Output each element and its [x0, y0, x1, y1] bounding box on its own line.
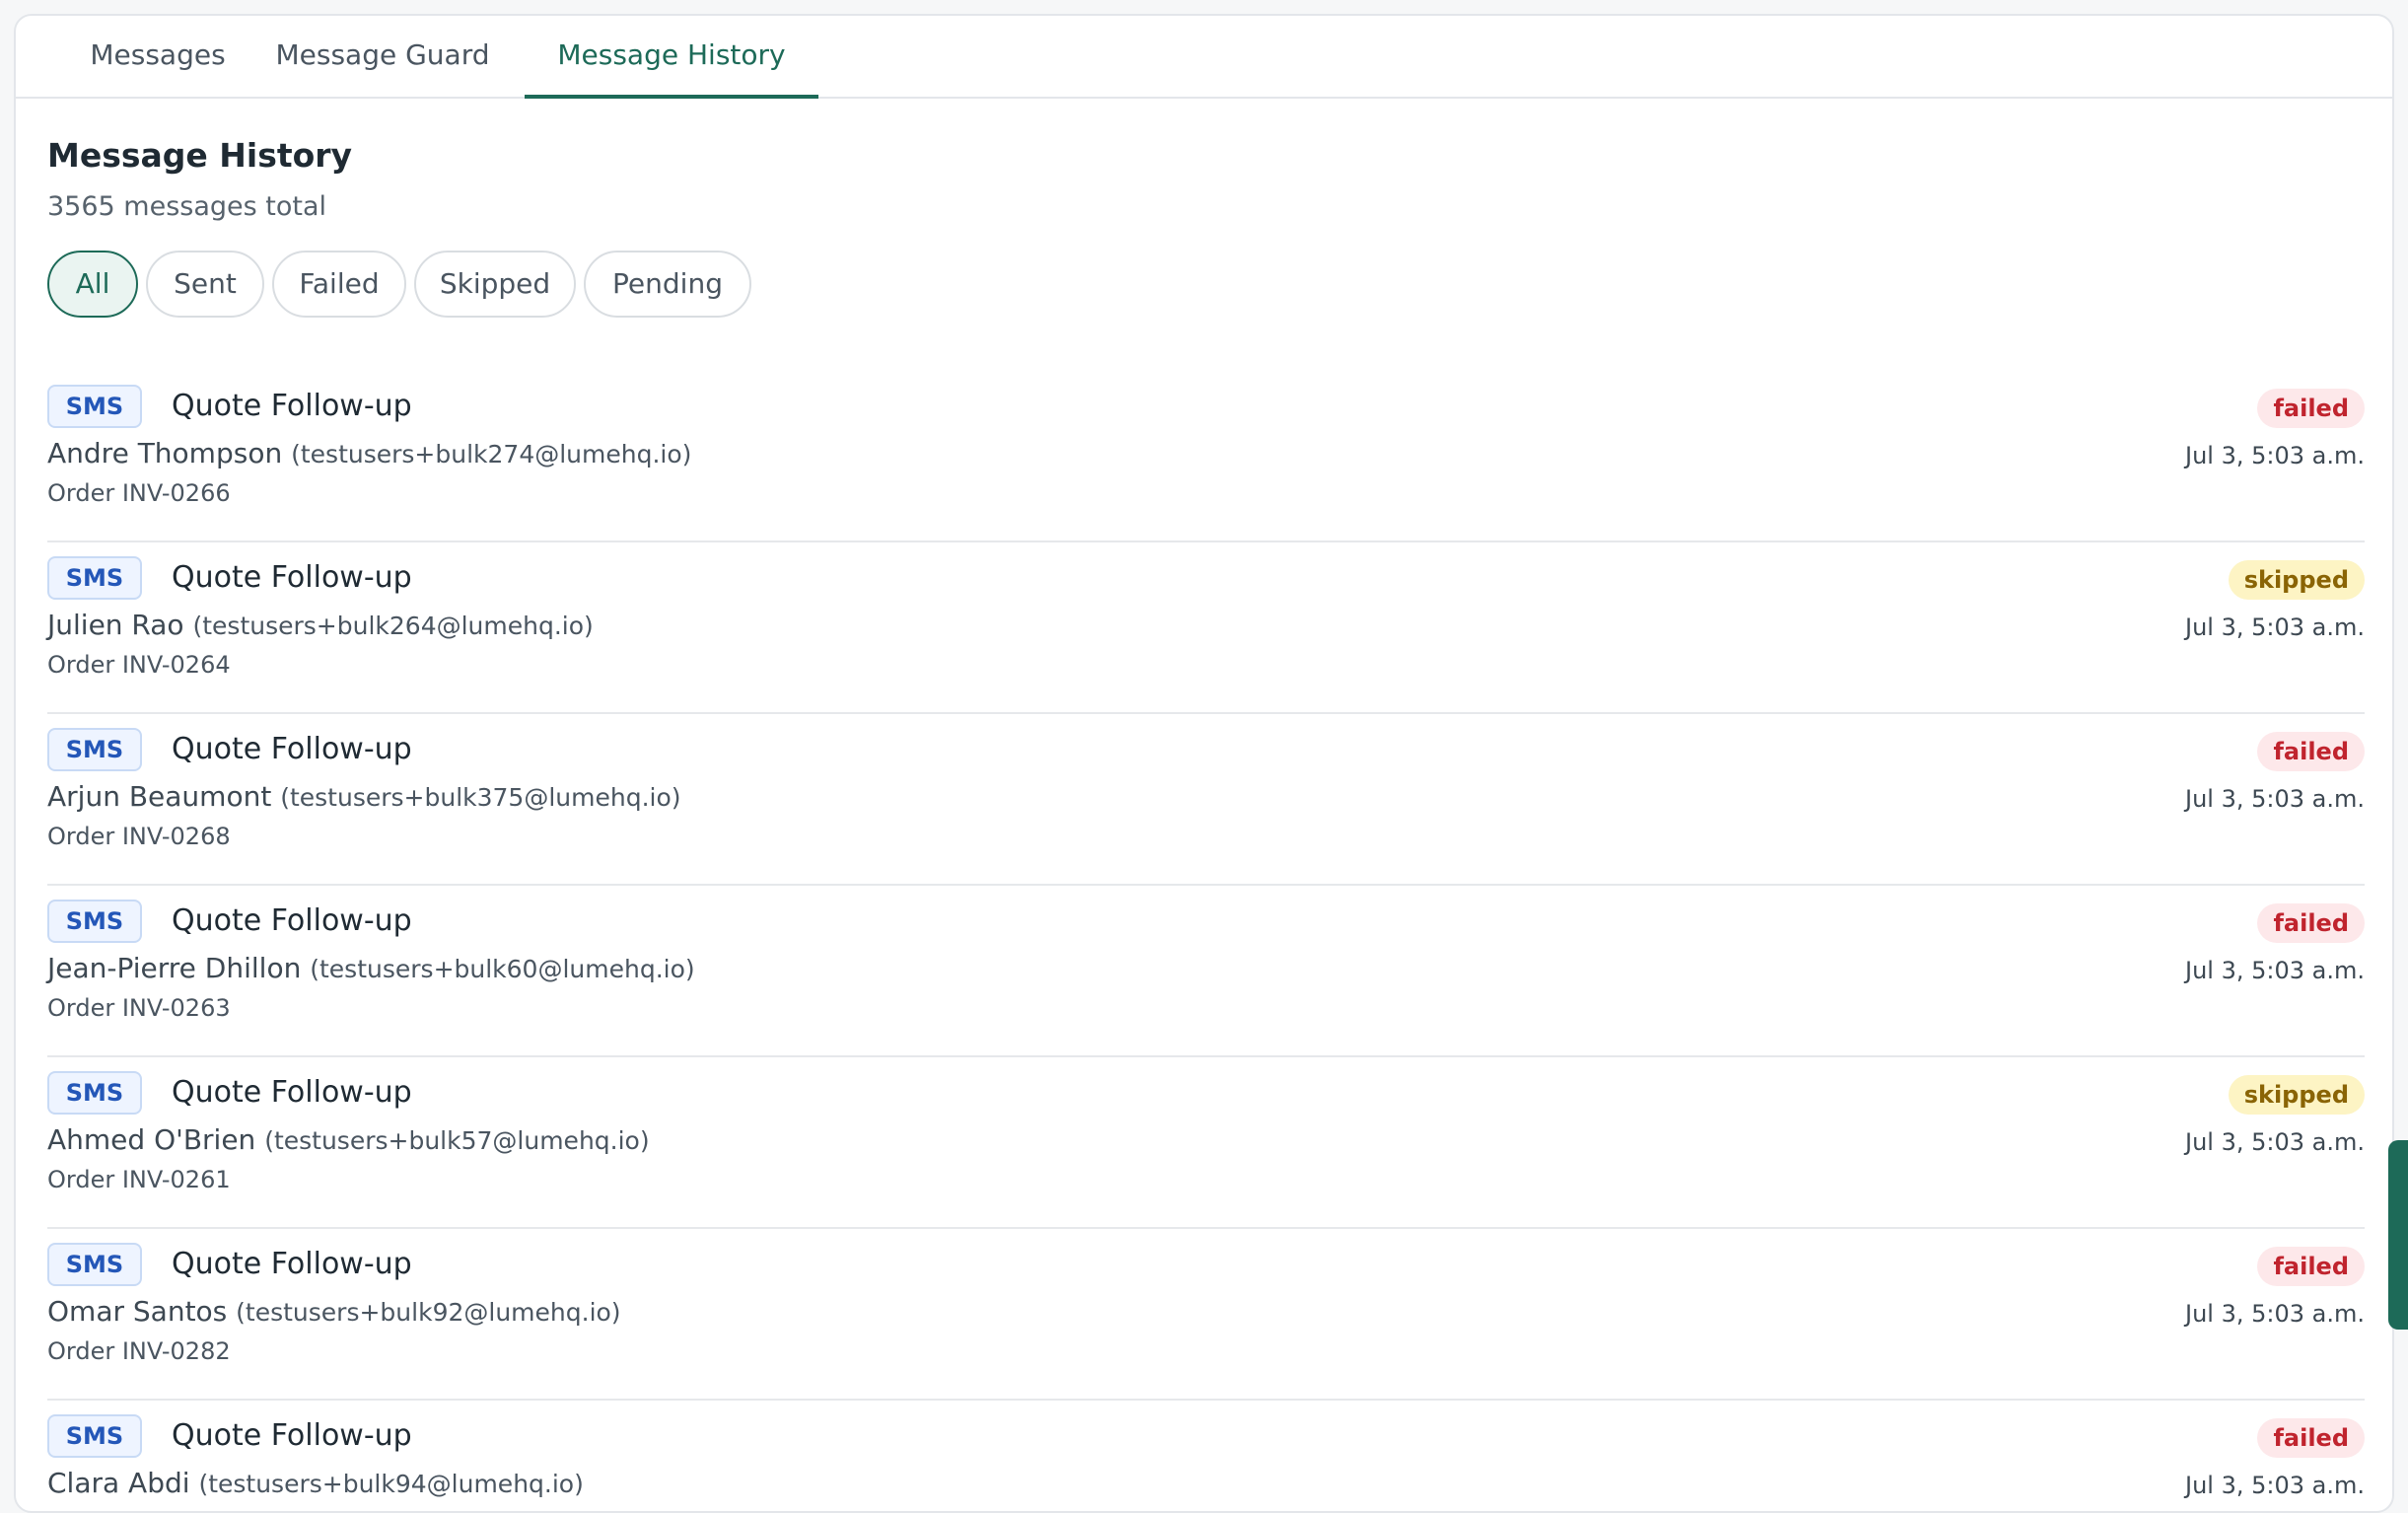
message-row[interactable]: SMS Quote Follow-up Ahmed O'Brien (testu…: [47, 1057, 2365, 1229]
channel-badge: SMS: [47, 556, 142, 600]
order-ref: Order INV-0261: [47, 1166, 231, 1193]
message-row[interactable]: SMS Quote Follow-up Arjun Beaumont (test…: [47, 714, 2365, 886]
recipient-name: Jean-Pierre Dhillon: [47, 952, 302, 984]
channel-badge: SMS: [47, 1414, 142, 1458]
timestamp: Jul 3, 5:03 a.m.: [2185, 613, 2365, 641]
status-badge: failed: [2257, 1247, 2365, 1286]
recipient: Clara Abdi (testusers+bulk94@lumehq.io): [47, 1464, 584, 1504]
filter-sent-button[interactable]: Sent: [146, 251, 264, 318]
recipient-email: (testusers+bulk92@lumehq.io): [236, 1298, 621, 1327]
timestamp: Jul 3, 5:03 a.m.: [2185, 1300, 2365, 1328]
message-title: Quote Follow-up: [172, 1075, 412, 1110]
message-title: Quote Follow-up: [172, 732, 412, 766]
order-ref: Order INV-0268: [47, 823, 231, 850]
recipient-email: (testusers+bulk57@lumehq.io): [264, 1126, 650, 1155]
message-row[interactable]: SMS Quote Follow-up Andre Thompson (test…: [47, 371, 2365, 542]
channel-badge: SMS: [47, 385, 142, 428]
tab-bar: Messages Message Guard Message History: [16, 16, 2392, 99]
message-list: SMS Quote Follow-up Andre Thompson (test…: [47, 371, 2365, 1511]
recipient-name: Arjun Beaumont: [47, 780, 272, 813]
status-badge: failed: [2257, 903, 2365, 943]
message-title: Quote Follow-up: [172, 903, 412, 938]
recipient: Arjun Beaumont (testusers+bulk375@lumehq…: [47, 777, 681, 818]
message-row[interactable]: SMS Quote Follow-up Jean-Pierre Dhillon …: [47, 886, 2365, 1057]
recipient-name: Julien Rao: [47, 609, 184, 641]
filter-pending-button[interactable]: Pending: [584, 251, 751, 318]
tab-message-guard[interactable]: Message Guard: [262, 16, 503, 99]
message-row[interactable]: SMS Quote Follow-up Julien Rao (testuser…: [47, 542, 2365, 714]
channel-badge: SMS: [47, 1071, 142, 1115]
status-badge: skipped: [2228, 560, 2365, 600]
status-badge: failed: [2257, 389, 2365, 428]
message-title: Quote Follow-up: [172, 1247, 412, 1281]
recipient-name: Andre Thompson: [47, 437, 283, 469]
side-panel-handle[interactable]: [2388, 1140, 2408, 1330]
filter-failed-button[interactable]: Failed: [272, 251, 406, 318]
tab-messages[interactable]: Messages: [73, 16, 243, 99]
filter-skipped-button[interactable]: Skipped: [414, 251, 576, 318]
recipient-email: (testusers+bulk94@lumehq.io): [198, 1470, 584, 1498]
timestamp: Jul 3, 5:03 a.m.: [2185, 1128, 2365, 1156]
recipient: Julien Rao (testusers+bulk264@lumehq.io): [47, 606, 594, 646]
recipient: Andre Thompson (testusers+bulk274@lumehq…: [47, 434, 691, 474]
message-history-card: Messages Message Guard Message History M…: [14, 14, 2394, 1513]
recipient-email: (testusers+bulk60@lumehq.io): [310, 955, 695, 983]
recipient-email: (testusers+bulk264@lumehq.io): [192, 612, 594, 640]
message-title: Quote Follow-up: [172, 389, 412, 423]
recipient-email: (testusers+bulk274@lumehq.io): [291, 440, 692, 468]
message-count: 3565 messages total: [47, 191, 327, 222]
status-badge: failed: [2257, 732, 2365, 771]
channel-badge: SMS: [47, 1243, 142, 1286]
message-title: Quote Follow-up: [172, 1418, 412, 1453]
filter-all-button[interactable]: All: [47, 251, 138, 318]
page-title: Message History: [47, 136, 353, 175]
channel-badge: SMS: [47, 728, 142, 771]
recipient-email: (testusers+bulk375@lumehq.io): [280, 783, 681, 812]
recipient: Ahmed O'Brien (testusers+bulk57@lumehq.i…: [47, 1120, 650, 1161]
message-row[interactable]: SMS Quote Follow-up Clara Abdi (testuser…: [47, 1401, 2365, 1511]
status-badge: failed: [2257, 1418, 2365, 1458]
recipient: Jean-Pierre Dhillon (testusers+bulk60@lu…: [47, 949, 695, 989]
message-row[interactable]: SMS Quote Follow-up Omar Santos (testuse…: [47, 1229, 2365, 1401]
timestamp: Jul 3, 5:03 a.m.: [2185, 957, 2365, 984]
recipient-name: Omar Santos: [47, 1295, 228, 1328]
recipient-name: Ahmed O'Brien: [47, 1123, 256, 1156]
timestamp: Jul 3, 5:03 a.m.: [2185, 442, 2365, 469]
order-ref: Order INV-0266: [47, 479, 231, 507]
tab-message-history[interactable]: Message History: [525, 16, 818, 99]
order-ref: Order INV-0263: [47, 994, 231, 1022]
timestamp: Jul 3, 5:03 a.m.: [2185, 1472, 2365, 1499]
message-title: Quote Follow-up: [172, 560, 412, 595]
order-ref: Order INV-0264: [47, 651, 231, 679]
order-ref: Order INV-0282: [47, 1337, 231, 1365]
channel-badge: SMS: [47, 900, 142, 943]
recipient: Omar Santos (testusers+bulk92@lumehq.io): [47, 1292, 621, 1333]
status-badge: skipped: [2228, 1075, 2365, 1115]
recipient-name: Clara Abdi: [47, 1467, 190, 1499]
timestamp: Jul 3, 5:03 a.m.: [2185, 785, 2365, 813]
